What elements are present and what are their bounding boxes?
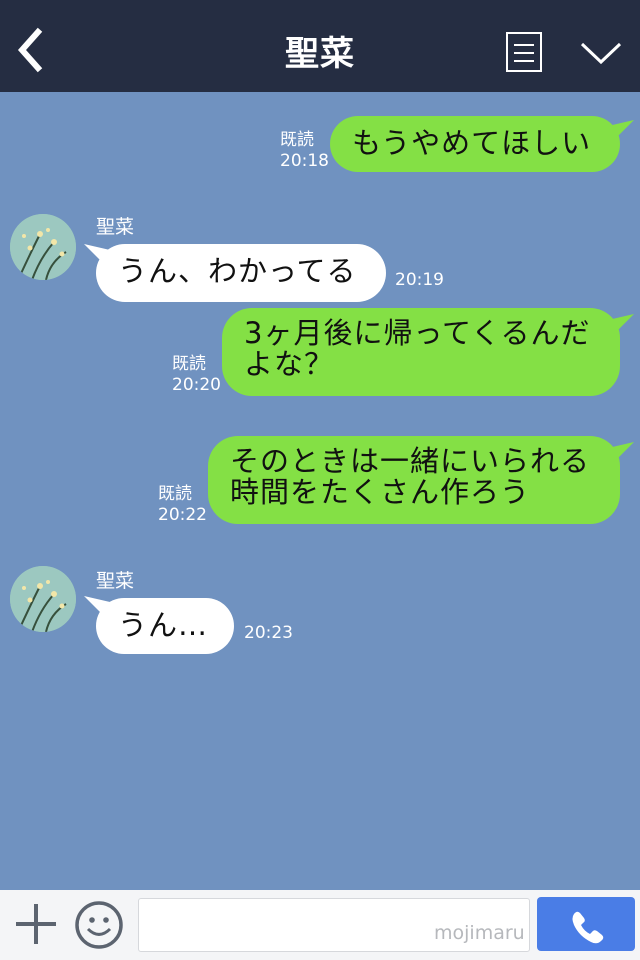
message-text: うん、わかってる xyxy=(118,254,357,288)
sender-name: 聖菜 xyxy=(96,216,135,238)
message-text: 時間をたくさん作ろう xyxy=(230,475,531,509)
message-time: 20:19 xyxy=(395,270,444,290)
chat-header: 聖菜 xyxy=(0,0,640,92)
message-meta: 既読 20:18 xyxy=(280,130,329,172)
bubble-tail xyxy=(608,314,634,334)
avatar-image xyxy=(10,214,76,280)
chat-area: 既読 20:18 もうやめてほしい 聖菜 うん、わかってる 20:19 既読 2… xyxy=(0,92,640,890)
plus-icon xyxy=(16,904,56,944)
message-text: そのときは一緒にいられる xyxy=(230,444,591,478)
message-bubble-sent[interactable]: 3ヶ月後に帰ってくるんだ よな？ xyxy=(222,308,620,396)
message-text: うん… xyxy=(118,608,209,642)
emoji-icon xyxy=(75,901,123,949)
phone-icon xyxy=(572,911,604,944)
bubble-tail xyxy=(608,442,634,462)
message-text: よな？ xyxy=(244,347,335,381)
message-bubble-sent[interactable]: そのときは一緒にいられる 時間をたくさん作ろう xyxy=(208,436,620,524)
read-receipt: 既読 xyxy=(280,130,314,150)
message-time: 20:23 xyxy=(244,623,293,643)
avatar[interactable] xyxy=(10,566,76,632)
chevron-down-icon xyxy=(580,42,622,65)
message-time: 20:20 xyxy=(172,375,221,395)
message-bubble-sent[interactable]: もうやめてほしい xyxy=(330,116,620,172)
message-text: もうやめてほしい xyxy=(352,126,592,160)
message-time: 20:18 xyxy=(280,151,329,171)
avatar-image xyxy=(10,566,76,632)
call-button[interactable] xyxy=(537,897,635,951)
message-bubble-received[interactable]: うん… xyxy=(96,598,234,654)
emoji-button[interactable] xyxy=(74,900,124,950)
page-title: 聖菜 xyxy=(285,34,355,74)
sender-name: 聖菜 xyxy=(96,570,135,592)
avatar[interactable] xyxy=(10,214,76,280)
add-attachment-button[interactable] xyxy=(14,902,58,946)
message-time: 20:22 xyxy=(158,505,207,525)
message-bubble-received[interactable]: うん、わかってる xyxy=(96,244,386,302)
watermark: mojimaru xyxy=(434,922,525,944)
menu-button[interactable] xyxy=(506,32,542,72)
collapse-button[interactable] xyxy=(578,36,624,70)
bubble-tail xyxy=(608,120,634,140)
message-text: 3ヶ月後に帰ってくるんだ xyxy=(244,316,591,350)
message-meta: 既読 20:22 xyxy=(158,484,207,526)
read-receipt: 既読 xyxy=(158,484,192,504)
message-meta: 既読 20:20 xyxy=(172,354,221,396)
read-receipt: 既読 xyxy=(172,354,206,374)
